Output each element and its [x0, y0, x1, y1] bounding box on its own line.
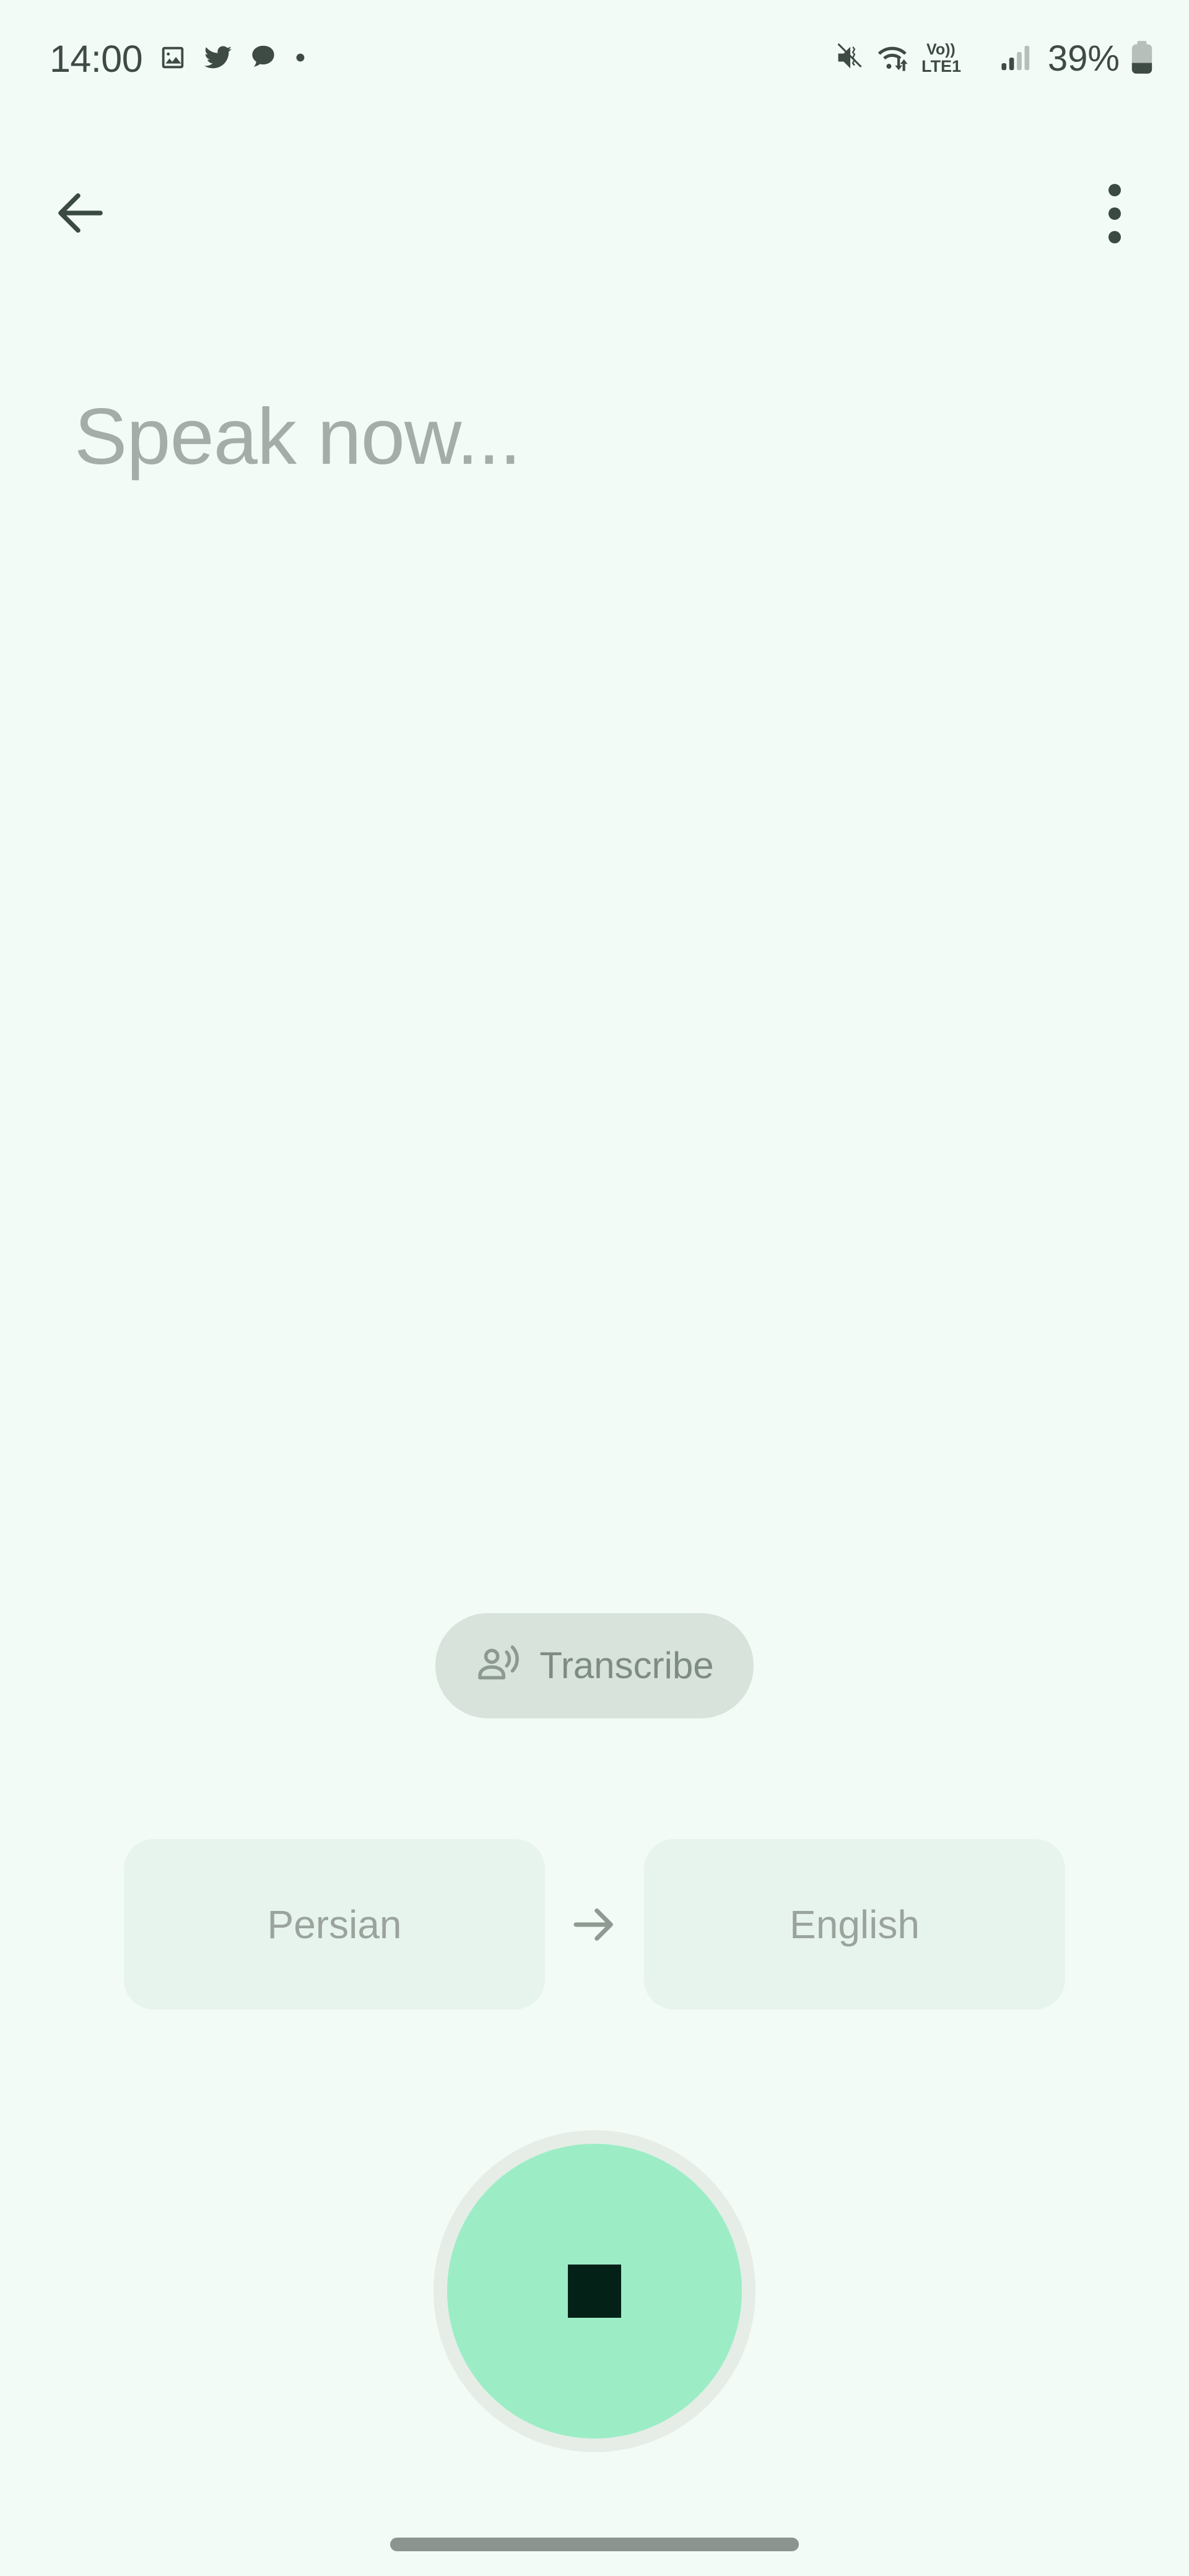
signal-bars-icon [1000, 41, 1033, 77]
chat-bubble-icon [249, 43, 277, 75]
transcribe-label: Transcribe [539, 1645, 714, 1686]
transcribe-button[interactable]: Transcribe [435, 1613, 754, 1718]
target-language-label: English [790, 1902, 920, 1947]
stop-square-icon [568, 2265, 621, 2318]
speak-now-placeholder: Speak now... [74, 393, 521, 481]
status-clock: 14:00 [50, 37, 143, 80]
wifi-data-transfer-icon [876, 41, 912, 77]
arrow-right-icon [545, 1897, 644, 1952]
transcript-area[interactable]: Speak now... [0, 390, 1189, 1567]
mute-vibrate-icon [834, 41, 866, 77]
dot-icon [294, 51, 307, 67]
record-button-core [447, 2144, 742, 2439]
record-button-area [0, 2130, 1189, 2452]
status-bar-left: 14:00 [50, 40, 307, 78]
svg-text:Vo)): Vo)) [926, 41, 956, 58]
source-language-label: Persian [267, 1902, 402, 1947]
status-bar: 14:00 Vo)) LTE1 39% [0, 0, 1189, 118]
status-bar-right: Vo)) LTE1 39% [834, 40, 1154, 79]
app-bar [0, 161, 1189, 266]
back-arrow-icon [51, 183, 110, 245]
battery-percentage: 39% [1047, 38, 1120, 79]
target-language-chip[interactable]: English [644, 1839, 1065, 2009]
back-button[interactable] [37, 170, 124, 257]
svg-text:LTE1: LTE1 [921, 57, 961, 76]
source-language-chip[interactable]: Persian [124, 1839, 545, 2009]
transcribe-row: Transcribe [0, 1613, 1189, 1718]
battery-icon [1130, 40, 1154, 78]
phone-screen: 14:00 Vo)) LTE1 39% Speak now... Transcr… [0, 0, 1189, 2576]
more-vertical-icon [1108, 184, 1121, 243]
navigation-bar [0, 2538, 1189, 2551]
volte-network-icon: Vo)) LTE1 [921, 40, 990, 79]
overflow-menu-button[interactable] [1071, 170, 1158, 257]
record-stop-button[interactable] [433, 2130, 756, 2452]
record-voice-over-icon [475, 1642, 521, 1690]
language-selector: Persian English [0, 1839, 1189, 2009]
image-icon [159, 43, 187, 75]
twitter-icon [203, 43, 233, 76]
home-indicator[interactable] [390, 2538, 799, 2551]
